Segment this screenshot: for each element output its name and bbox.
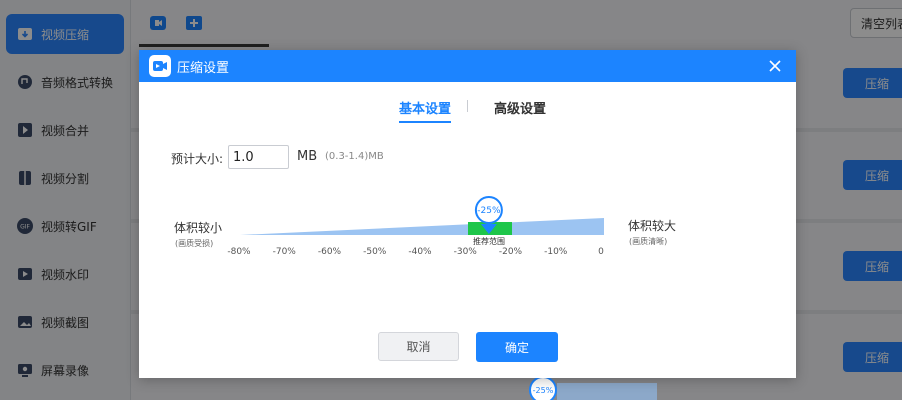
slider-tick-label: -80%	[227, 247, 251, 257]
settings-tabs: 基本设置 高级设置	[139, 98, 796, 124]
recommended-range-label: 推荐范围	[473, 236, 505, 245]
size-unit: MB	[297, 149, 318, 164]
dialog-header: 压缩设置	[139, 50, 796, 82]
background-slider-track	[557, 383, 657, 400]
estimated-size-input[interactable]	[228, 145, 289, 169]
estimated-size-label: 预计大小:	[171, 152, 224, 166]
confirm-button[interactable]: 确定	[476, 332, 558, 362]
dialog-title: 压缩设置	[177, 60, 230, 76]
slider-tick-label: -30%	[453, 247, 477, 257]
close-icon[interactable]	[766, 57, 784, 75]
tab-advanced-settings[interactable]: 高级设置	[494, 98, 546, 117]
larger-size-note: (画质清晰)	[629, 237, 668, 246]
slider-tick-label: -60%	[317, 247, 342, 257]
smaller-size-label: 体积较小	[174, 221, 223, 235]
tab-divider	[467, 100, 468, 112]
compression-slider[interactable]: -25% 推荐范围	[239, 190, 605, 245]
compress-settings-dialog: 压缩设置 基本设置 高级设置 预计大小: MB (0.3-1.4)MB 体积较小…	[139, 50, 796, 378]
slider-tick-label: -50%	[363, 247, 387, 257]
size-range: (0.3-1.4)MB	[325, 151, 384, 162]
tab-basic-settings[interactable]: 基本设置	[399, 98, 452, 123]
slider-tick-label: -40%	[408, 247, 432, 257]
slider-tick-label: 0	[598, 247, 604, 257]
slider-track	[240, 218, 604, 235]
slider-tick-label: -70%	[272, 247, 296, 257]
slider-tick-label: -10%	[544, 247, 568, 257]
slider-value: -25%	[477, 206, 501, 216]
smaller-size-note: (画质受损)	[175, 239, 214, 248]
background-slider-value-bubble: -25%	[529, 376, 557, 400]
cancel-button[interactable]: 取消	[378, 332, 459, 361]
slider-tick-label: -20%	[498, 247, 523, 257]
app-logo-icon	[149, 55, 171, 77]
larger-size-label: 体积较大	[628, 219, 677, 233]
